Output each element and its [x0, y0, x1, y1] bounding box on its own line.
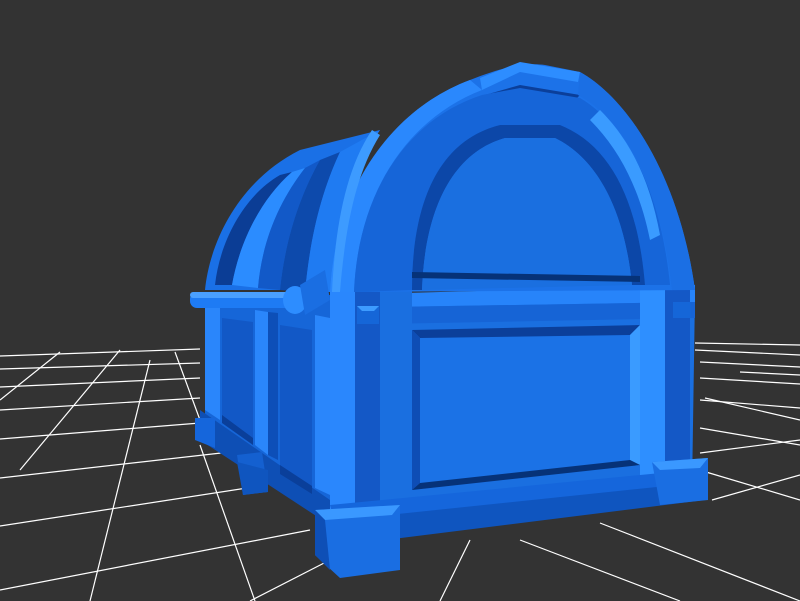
treasure-chest-model[interactable] [190, 62, 708, 578]
3d-viewport[interactable] [0, 0, 800, 601]
scene-canvas [0, 62, 800, 601]
chest-foot-back-left [195, 418, 215, 448]
